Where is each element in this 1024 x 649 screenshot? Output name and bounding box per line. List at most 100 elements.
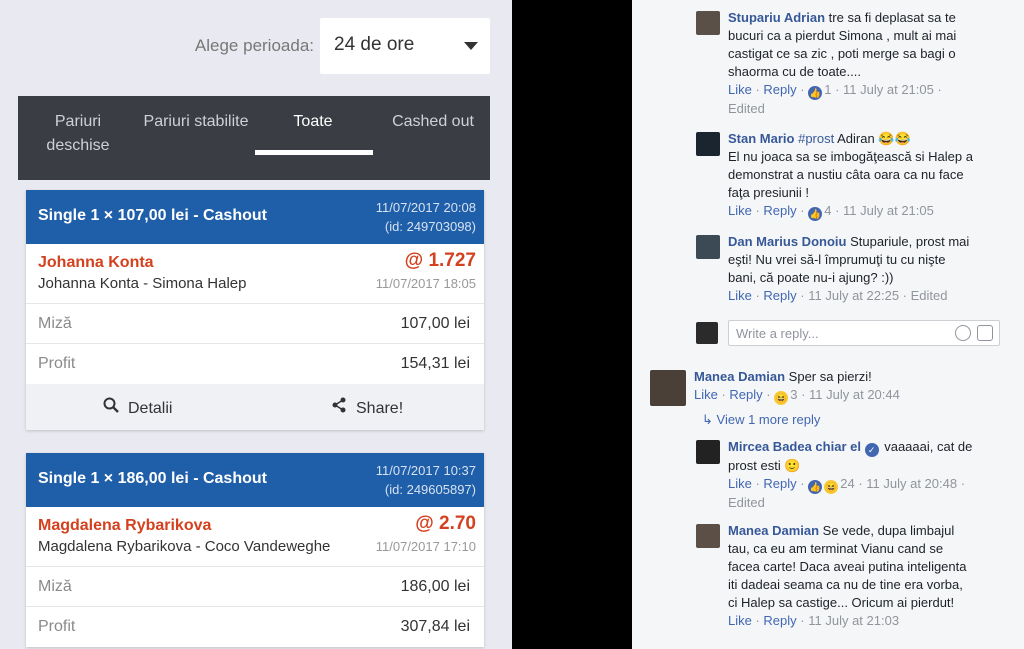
stake-row: Miză 107,00 lei (26, 304, 484, 344)
bet-selection: Johanna Konta Johanna Konta - Simona Hal… (26, 244, 484, 304)
selection-time: 11/07/2017 18:05 (375, 276, 476, 291)
tab-cashed-out[interactable]: Cashed out (380, 110, 486, 134)
comment-body: Stupariu Adrian tre sa fi deplasat sa te… (728, 9, 1016, 118)
selection-odds: @ 2.70 (415, 513, 476, 534)
comment-text: iti dadeai seama ca nu de tine era vorba… (728, 577, 963, 592)
comment-text: shaorma cu de toate.... (728, 64, 861, 79)
profit-row: Profit 154,31 lei (26, 344, 484, 384)
like-link[interactable]: Like (728, 203, 752, 218)
selection-odds: @ 1.727 (404, 250, 476, 271)
comment-author[interactable]: Stupariu Adrian (728, 10, 825, 25)
edited-label[interactable]: Edited (728, 494, 1016, 512)
tab-open-bets[interactable]: Pariuri deschise (30, 110, 126, 158)
tab-settled-bets[interactable]: Pariuri stabilite (134, 110, 258, 134)
search-icon (102, 397, 120, 418)
profit-row: Profit 307,84 lei (26, 607, 484, 647)
comment-author[interactable]: Mircea Badea chiar el (728, 439, 861, 454)
bet-card-header: Single 1 × 107,00 lei - Cashout 11/07/20… (26, 190, 484, 244)
comment-author[interactable]: Manea Damian (728, 523, 819, 538)
like-link[interactable]: Like (728, 82, 752, 97)
comment-text: Se vede, dupa limbajul (822, 523, 955, 538)
comment-meta: Like · Reply · 👍 4 · 11 July at 21:05 (728, 203, 934, 221)
sticker-icon[interactable] (977, 325, 993, 341)
comment-meta: Like · Reply · 😆 3 · 11 July at 20:44 (694, 387, 900, 405)
comment-text: ci Halep sa castige... Oricum ai pierdut… (728, 595, 955, 610)
reply-link[interactable]: Reply (763, 203, 796, 218)
avatar[interactable] (650, 370, 686, 406)
stake-label: Miză (38, 578, 72, 595)
comment-body: Manea Damian Sper sa pierzi! Like · Repl… (694, 368, 1010, 405)
comment-body: Manea Damian Se vede, dupa limbajul tau,… (728, 522, 1016, 630)
comment-time[interactable]: 11 July at 21:03 (808, 613, 899, 628)
reaction-count: 3 (790, 387, 798, 402)
comment-text: tau, ca eu am terminat Vianu cand se (728, 541, 944, 556)
share-icon (330, 397, 348, 418)
stake-row: Miză 186,00 lei (26, 567, 484, 607)
like-reaction-icon: 👍 (808, 207, 823, 221)
period-select[interactable]: 24 de ore (320, 18, 490, 74)
selection-player: Magdalena Rybarikova (38, 517, 212, 534)
stake-value: 186,00 lei (400, 578, 470, 595)
like-reaction-icon: 👍 (808, 86, 823, 100)
profit-label: Profit (38, 355, 76, 372)
tab-all[interactable]: Toate (268, 110, 358, 134)
avatar[interactable] (696, 524, 720, 548)
avatar[interactable] (696, 235, 720, 259)
comment-meta: Like · Reply · 👍 😆 24 · 11 July at 20:48 · (728, 476, 966, 494)
like-link[interactable]: Like (728, 476, 752, 491)
comment-text: demonstrat a nustiu câta oara ca nu face (728, 167, 964, 182)
reply-link[interactable]: Reply (763, 476, 796, 491)
comment-body: Stan Mario #prost Adiran 😂😂 El nu joaca … (728, 130, 1016, 221)
view-more-replies[interactable]: ↳ View 1 more reply (702, 412, 820, 428)
comment-time[interactable]: 11 July at 20:48 (866, 476, 957, 491)
bet-tabs: Pariuri deschise Pariuri stabilite Toate… (18, 96, 490, 180)
comment-text: Sper sa pierzi! (788, 369, 872, 384)
chevron-down-icon (464, 42, 478, 50)
comment-time[interactable]: 11 July at 20:44 (809, 387, 900, 402)
comment-meta: Like · Reply · 11 July at 22:25 · Edited (728, 288, 948, 303)
avatar[interactable] (696, 11, 720, 35)
bet-title: Single 1 × 107,00 lei - Cashout (38, 207, 267, 224)
comment-time[interactable]: 11 July at 21:05 (843, 82, 934, 97)
details-label: Detalii (128, 400, 173, 417)
view-more-label: View 1 more reply (716, 412, 821, 427)
comment-time[interactable]: 11 July at 21:05 (843, 203, 934, 218)
details-button[interactable]: Detalii (102, 397, 172, 418)
comment-author[interactable]: Stan Mario (728, 131, 794, 146)
comment-author[interactable]: Dan Marius Donoiu (728, 234, 846, 249)
selection-match: Johanna Konta - Simona Halep (38, 275, 247, 292)
bet-actions: Detalii Share! (26, 384, 484, 430)
share-button[interactable]: Share! (330, 397, 403, 418)
avatar[interactable] (696, 440, 720, 464)
betting-panel: Alege perioada: 24 de ore Pariuri deschi… (0, 0, 512, 649)
comment-hashtag[interactable]: #prost (798, 131, 834, 146)
comment-body: Dan Marius Donoiu Stupariule, prost mai … (728, 233, 1016, 305)
like-link[interactable]: Like (694, 387, 718, 402)
comment-time[interactable]: 11 July at 22:25 (808, 288, 899, 303)
comment-author[interactable]: Manea Damian (694, 369, 785, 384)
edited-label[interactable]: Edited (911, 288, 948, 303)
comment-meta: Like · Reply · 👍 1 · 11 July at 21:05 · (728, 82, 942, 100)
reply-link[interactable]: Reply (763, 288, 796, 303)
like-reaction-icon: 👍 (808, 480, 823, 494)
reply-link[interactable]: Reply (729, 387, 762, 402)
selection-match: Magdalena Rybarikova - Coco Vandeweghe (38, 538, 331, 555)
emoji-icon[interactable] (955, 325, 971, 341)
reaction-count: 4 (824, 203, 832, 218)
period-value: 24 de ore (334, 34, 415, 55)
reaction-count: 24 (840, 476, 855, 491)
comment-text: eşti! Nu vrei să-l împrumuţi tu cu nişte (728, 252, 946, 267)
avatar[interactable] (696, 132, 720, 156)
period-label: Alege perioada: (194, 36, 314, 55)
stake-label: Miză (38, 315, 72, 332)
reply-input[interactable]: Write a reply... (728, 320, 1000, 346)
comment-text: castigat ce sa zic , poti merge sa bagi … (728, 46, 956, 61)
comment-text: facea carte! Daca aveai putina inteligen… (728, 559, 967, 574)
reply-link[interactable]: Reply (763, 82, 796, 97)
bet-date: 11/07/2017 20:08 (id: 249703098) (376, 198, 476, 236)
like-link[interactable]: Like (728, 288, 752, 303)
edited-label[interactable]: Edited (728, 100, 1016, 118)
comment-text: bucuri ca a pierdut Simona , mult ai mai (728, 28, 957, 43)
like-link[interactable]: Like (728, 613, 752, 628)
reply-link[interactable]: Reply (763, 613, 796, 628)
